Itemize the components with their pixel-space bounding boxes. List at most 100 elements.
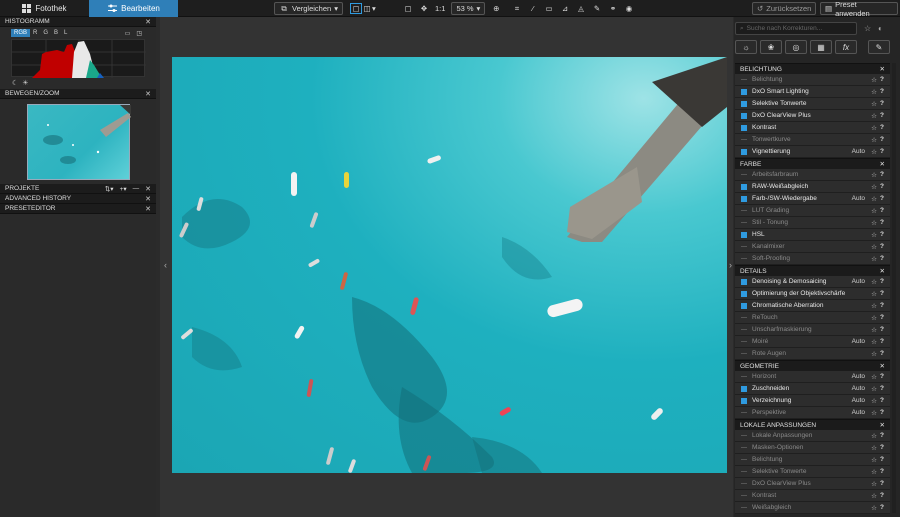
disabled-toggle[interactable] xyxy=(741,210,747,211)
favorite-star-icon[interactable]: ☆ xyxy=(870,409,878,417)
correction-row[interactable]: Stil - Tonung ☆? xyxy=(735,217,890,229)
apply-preset-button[interactable]: ▤ Preset anwenden xyxy=(820,0,898,18)
histogram-header[interactable]: HISTOGRAMM ✕ xyxy=(0,17,156,27)
retouch-icon[interactable]: ✎ xyxy=(592,4,602,14)
tab-light-icon[interactable]: ☼ xyxy=(735,40,757,54)
close-icon[interactable]: ✕ xyxy=(880,160,885,168)
favorite-star-icon[interactable]: ☆ xyxy=(870,148,878,156)
correction-row[interactable]: Belichtung ☆? xyxy=(735,454,890,466)
close-icon[interactable]: ✕ xyxy=(145,195,151,203)
horizon-icon[interactable]: ▭ xyxy=(544,4,554,14)
add-icon[interactable]: +▾ xyxy=(120,185,127,193)
monitor-icon[interactable]: ▭ xyxy=(122,29,134,38)
moon-icon[interactable]: ☾ xyxy=(12,79,18,87)
disabled-toggle[interactable] xyxy=(741,329,747,330)
disabled-toggle[interactable] xyxy=(741,376,747,377)
disabled-toggle[interactable] xyxy=(741,258,747,259)
help-icon[interactable]: ? xyxy=(878,195,886,202)
help-icon[interactable]: ? xyxy=(878,373,886,380)
help-icon[interactable]: ? xyxy=(878,290,886,297)
correction-row[interactable]: Lokale Anpassungen ☆? xyxy=(735,430,890,442)
favorite-star-icon[interactable]: ☆ xyxy=(870,136,878,144)
disabled-toggle[interactable] xyxy=(741,447,747,448)
help-icon[interactable]: ? xyxy=(878,302,886,309)
disabled-toggle[interactable] xyxy=(741,79,747,80)
hist-tab-rgb[interactable]: RGB xyxy=(11,29,31,37)
enabled-toggle[interactable] xyxy=(741,88,747,95)
favorite-star-icon[interactable]: ☆ xyxy=(870,183,878,191)
correction-row[interactable]: Horizont Auto ☆? xyxy=(735,371,890,383)
disabled-toggle[interactable] xyxy=(741,139,747,140)
help-icon[interactable]: ? xyxy=(878,278,886,285)
enabled-toggle[interactable] xyxy=(741,100,747,107)
move-icon[interactable]: ✥ xyxy=(419,4,429,14)
disabled-toggle[interactable] xyxy=(741,483,747,484)
correction-row[interactable]: Kontrast ☆? xyxy=(735,122,890,134)
disabled-toggle[interactable] xyxy=(741,222,747,223)
favorite-star-icon[interactable]: ☆ xyxy=(870,480,878,488)
collapse-right-icon[interactable]: › xyxy=(729,260,732,270)
help-icon[interactable]: ? xyxy=(878,338,886,345)
help-icon[interactable]: ? xyxy=(878,100,886,107)
disabled-toggle[interactable] xyxy=(741,317,747,318)
favorite-star-icon[interactable]: ☆ xyxy=(870,207,878,215)
favorite-star-icon[interactable]: ☆ xyxy=(870,243,878,251)
toggle-icon[interactable]: ◐ xyxy=(878,24,883,33)
perspective-icon[interactable]: ⊿ xyxy=(560,4,570,14)
close-icon[interactable]: ✕ xyxy=(145,205,151,213)
eye-icon[interactable]: ◉ xyxy=(624,4,634,14)
navigator-thumbnail[interactable] xyxy=(27,104,131,180)
favorite-star-icon[interactable]: ☆ xyxy=(870,88,878,96)
correction-row[interactable]: DxO ClearView Plus ☆? xyxy=(735,110,890,122)
right-scrollbar[interactable] xyxy=(892,63,896,513)
enabled-toggle[interactable] xyxy=(741,278,747,285)
sun-icon[interactable]: ☀ xyxy=(22,79,28,87)
correction-row[interactable]: Unscharfmaskierung ☆? xyxy=(735,324,890,336)
enabled-toggle[interactable] xyxy=(741,112,747,119)
favorite-star-icon[interactable]: ☆ xyxy=(870,432,878,440)
favorite-star-icon[interactable]: ☆ xyxy=(870,468,878,476)
close-icon[interactable]: ✕ xyxy=(145,90,151,98)
correction-row[interactable]: LUT Grading ☆? xyxy=(735,205,890,217)
disabled-toggle[interactable] xyxy=(741,341,747,342)
help-icon[interactable]: ? xyxy=(878,326,886,333)
hist-tab-b[interactable]: B xyxy=(51,29,61,37)
favorite-star-icon[interactable]: ☆ xyxy=(870,171,878,179)
crop-icon[interactable]: ⌗ xyxy=(512,4,522,14)
favorite-star-icon[interactable]: ☆ xyxy=(870,290,878,298)
tab-effects-icon[interactable]: fx xyxy=(835,40,857,54)
section-header[interactable]: BELICHTUNG ✕ xyxy=(735,63,890,74)
correction-row[interactable]: Kanalmixer ☆? xyxy=(735,241,890,253)
collapse-left-icon[interactable]: ‹ xyxy=(164,260,167,270)
reset-button[interactable]: ↺ Zurücksetzen xyxy=(752,2,816,15)
view-chevron-down-icon[interactable]: ▾ xyxy=(372,4,376,13)
help-icon[interactable]: ? xyxy=(878,385,886,392)
section-header[interactable]: FARBE ✕ xyxy=(735,158,890,169)
help-icon[interactable]: ? xyxy=(878,504,886,511)
favorite-star-icon[interactable]: ☆ xyxy=(870,278,878,286)
enabled-toggle[interactable] xyxy=(741,302,747,309)
enabled-toggle[interactable] xyxy=(741,124,747,131)
hist-tab-r[interactable]: R xyxy=(30,29,40,37)
favorite-star-icon[interactable]: ☆ xyxy=(870,338,878,346)
favorite-star-icon[interactable]: ☆ xyxy=(870,255,878,263)
help-icon[interactable]: ? xyxy=(878,468,886,475)
projects-header[interactable]: PROJEKTE ⇅▾ +▾ — ✕ xyxy=(0,184,156,194)
enabled-toggle[interactable] xyxy=(741,385,747,392)
favorite-star-icon[interactable]: ☆ xyxy=(870,231,878,239)
disabled-toggle[interactable] xyxy=(741,507,747,508)
disabled-toggle[interactable] xyxy=(741,459,747,460)
correction-row[interactable]: Verzeichnung Auto ☆? xyxy=(735,395,890,407)
help-icon[interactable]: ? xyxy=(878,136,886,143)
split-view-icon[interactable]: ◫ xyxy=(362,4,372,14)
correction-row[interactable]: DxO Smart Lighting ☆? xyxy=(735,86,890,98)
move-zoom-header[interactable]: BEWEGEN/ZOOM ✕ xyxy=(0,89,156,99)
favorite-star-icon[interactable]: ☆ xyxy=(870,492,878,500)
help-icon[interactable]: ? xyxy=(878,243,886,250)
help-icon[interactable]: ? xyxy=(878,456,886,463)
help-icon[interactable]: ? xyxy=(878,350,886,357)
section-header[interactable]: DETAILS ✕ xyxy=(735,265,890,276)
help-icon[interactable]: ? xyxy=(878,88,886,95)
favorite-star-icon[interactable]: ☆ xyxy=(870,456,878,464)
tab-local-adjust-icon[interactable]: ✎ xyxy=(868,40,890,54)
